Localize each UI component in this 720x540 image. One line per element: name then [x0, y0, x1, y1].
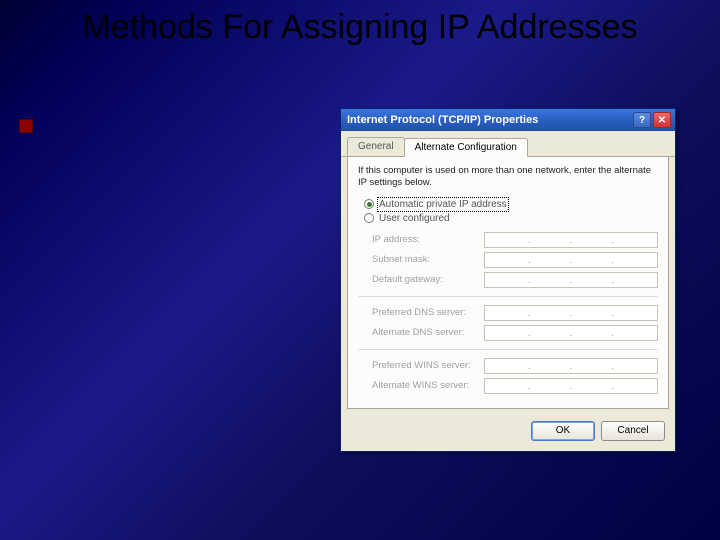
input-alternate-dns[interactable]: ...	[484, 325, 658, 341]
label-preferred-wins: Preferred WINS server:	[358, 360, 478, 371]
label-ip-address: IP address:	[358, 234, 478, 245]
slide-title: Methods For Assigning IP Addresses	[0, 0, 720, 47]
input-preferred-dns[interactable]: ...	[484, 305, 658, 321]
ip-settings-group: IP address: ... Subnet mask: ... Default…	[358, 232, 658, 394]
cancel-button[interactable]: Cancel	[601, 421, 665, 441]
tab-panel: If this computer is used on more than on…	[347, 157, 669, 409]
label-subnet-mask: Subnet mask:	[358, 254, 478, 265]
tab-strip: General Alternate Configuration	[341, 131, 675, 157]
label-preferred-dns: Preferred DNS server:	[358, 307, 478, 318]
ok-button[interactable]: OK	[531, 421, 595, 441]
radio-label: Automatic private IP address	[379, 199, 507, 210]
dialog-titlebar: Internet Protocol (TCP/IP) Properties ? …	[341, 109, 675, 131]
input-default-gateway[interactable]: ...	[484, 272, 658, 288]
dialog-title: Internet Protocol (TCP/IP) Properties	[347, 114, 633, 126]
tab-alternate-configuration[interactable]: Alternate Configuration	[404, 138, 528, 157]
radio-user-configured[interactable]: User configured	[364, 213, 658, 224]
radio-icon	[364, 199, 374, 209]
accent-square	[20, 120, 32, 132]
radio-label: User configured	[379, 213, 450, 224]
input-alternate-wins[interactable]: ...	[484, 378, 658, 394]
label-alternate-dns: Alternate DNS server:	[358, 327, 478, 338]
tcpip-properties-dialog: Internet Protocol (TCP/IP) Properties ? …	[340, 108, 676, 452]
tab-general[interactable]: General	[347, 137, 405, 156]
close-button[interactable]: ✕	[653, 112, 671, 128]
radio-automatic-private-ip[interactable]: Automatic private IP address	[364, 199, 658, 210]
label-default-gateway: Default gateway:	[358, 274, 478, 285]
help-button[interactable]: ?	[633, 112, 651, 128]
label-alternate-wins: Alternate WINS server:	[358, 380, 478, 391]
dialog-button-row: OK Cancel	[341, 415, 675, 451]
divider	[358, 349, 658, 350]
radio-icon	[364, 213, 374, 223]
input-ip-address[interactable]: ...	[484, 232, 658, 248]
input-subnet-mask[interactable]: ...	[484, 252, 658, 268]
intro-text: If this computer is used on more than on…	[358, 165, 658, 189]
divider	[358, 296, 658, 297]
input-preferred-wins[interactable]: ...	[484, 358, 658, 374]
